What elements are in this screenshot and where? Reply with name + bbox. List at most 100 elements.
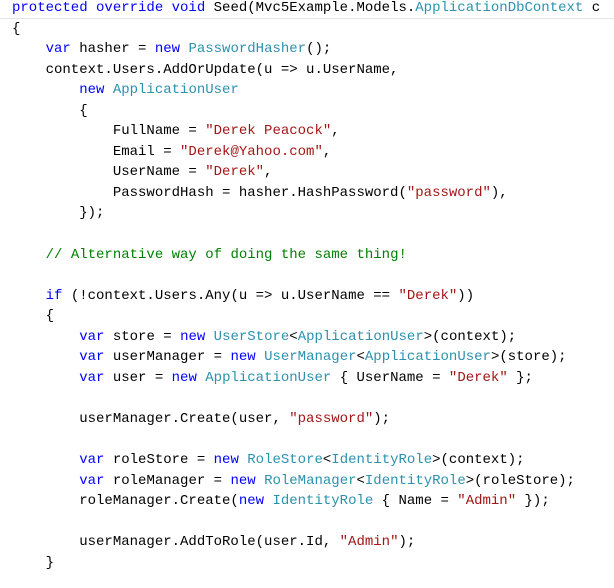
string-token: "Admin" bbox=[339, 534, 399, 551]
string-token: "password" bbox=[289, 410, 374, 427]
code-line[interactable] bbox=[0, 512, 614, 533]
code-line[interactable]: var userManager = new UserManager<Applic… bbox=[0, 347, 614, 368]
code-line[interactable] bbox=[0, 224, 614, 245]
code-line[interactable] bbox=[0, 388, 614, 409]
string-token: "Derek Peacock" bbox=[205, 123, 332, 140]
keyword-token: var bbox=[79, 452, 105, 469]
code-token: ), bbox=[490, 184, 508, 201]
code-line[interactable]: Email = "Derek@Yahoo.com", bbox=[0, 142, 614, 163]
code-token: store = bbox=[104, 328, 181, 345]
code-line[interactable]: var roleManager = new RoleManager<Identi… bbox=[0, 471, 614, 492]
code-token: }); bbox=[12, 205, 105, 222]
code-token: userManager = bbox=[104, 349, 231, 366]
type-token: ApplicationDbContext bbox=[415, 0, 584, 16]
code-token: FullName = bbox=[12, 123, 206, 140]
code-line[interactable]: { bbox=[0, 306, 614, 327]
code-token: userManager.Create(user, bbox=[12, 410, 290, 427]
code-line[interactable]: var hasher = new PasswordHasher(); bbox=[0, 39, 614, 60]
type-token: UserStore bbox=[213, 328, 290, 345]
code-token: , bbox=[264, 164, 273, 181]
type-token: IdentityRole bbox=[331, 452, 433, 469]
type-token: RoleStore bbox=[247, 452, 323, 469]
code-line[interactable]: // Alternative way of doing the same thi… bbox=[0, 245, 614, 266]
code-token: (!context.Users.Any(u => u.UserName == bbox=[62, 287, 399, 304]
code-line[interactable]: } bbox=[0, 553, 614, 574]
code-token: roleManager = bbox=[104, 472, 231, 489]
keyword-token: new bbox=[171, 369, 206, 386]
keyword-token: if bbox=[45, 287, 63, 304]
keyword-token: new bbox=[230, 472, 265, 489]
code-line-current[interactable]: protected override void Seed(Mvc5Example… bbox=[0, 0, 614, 19]
code-token: userManager.AddToRole(user.Id, bbox=[12, 534, 340, 551]
code-line[interactable]: roleManager.Create(new IdentityRole { Na… bbox=[0, 491, 614, 512]
keyword-token: new bbox=[230, 349, 265, 366]
code-token: }; bbox=[507, 369, 533, 386]
code-line[interactable]: { bbox=[0, 19, 614, 40]
code-line[interactable] bbox=[0, 429, 614, 450]
code-token: >(context); bbox=[432, 452, 525, 469]
code-line[interactable]: { bbox=[0, 101, 614, 122]
type-token: PasswordHasher bbox=[188, 41, 307, 58]
code-line[interactable]: PasswordHash = hasher.HashPassword("pass… bbox=[0, 183, 614, 204]
string-token: "Derek@Yahoo.com" bbox=[180, 143, 323, 160]
code-token: , bbox=[322, 143, 332, 160]
code-token: < bbox=[356, 349, 365, 366]
type-token: ApplicationUser bbox=[112, 82, 239, 99]
code-token: >(store); bbox=[490, 349, 567, 366]
type-token: IdentityRole bbox=[364, 472, 466, 489]
code-token: { Name = bbox=[373, 493, 458, 510]
keyword-token: var bbox=[79, 369, 105, 386]
code-line[interactable]: context.Users.AddOrUpdate(u => u.UserNam… bbox=[0, 60, 614, 81]
string-token: "Derek" bbox=[448, 369, 508, 386]
code-line[interactable]: UserName = "Derek", bbox=[0, 162, 614, 183]
code-line[interactable]: var user = new ApplicationUser { UserNam… bbox=[0, 368, 614, 389]
keyword-token: new bbox=[238, 493, 273, 510]
code-line[interactable]: }); bbox=[0, 203, 614, 224]
type-token: UserManager bbox=[264, 349, 357, 366]
code-line[interactable]: FullName = "Derek Peacock", bbox=[0, 121, 614, 142]
code-token: user = bbox=[104, 369, 172, 386]
keyword-token: var bbox=[79, 328, 105, 345]
code-token: ); bbox=[398, 534, 416, 551]
code-token: (); bbox=[306, 41, 332, 58]
code-token: < bbox=[356, 472, 365, 489]
code-token: context.Users.AddOrUpdate(u => u.UserNam… bbox=[12, 61, 399, 78]
type-token: ApplicationUser bbox=[364, 349, 491, 366]
string-token: "Derek" bbox=[398, 287, 458, 304]
code-token: < bbox=[289, 328, 298, 345]
keyword-token: protected override void bbox=[12, 0, 214, 16]
keyword-token: new bbox=[180, 328, 214, 345]
code-line[interactable]: new ApplicationUser bbox=[0, 80, 614, 101]
keyword-token: var bbox=[79, 472, 105, 489]
code-token: { bbox=[12, 102, 88, 119]
code-token: >(roleStore); bbox=[465, 472, 575, 489]
code-token: } bbox=[12, 554, 55, 571]
code-token: c bbox=[583, 0, 601, 16]
code-editor[interactable]: protected override void Seed(Mvc5Example… bbox=[0, 0, 614, 573]
code-token: { bbox=[12, 20, 21, 37]
code-token: , bbox=[331, 123, 340, 140]
code-token: >(context); bbox=[423, 328, 517, 345]
code-token: Seed(Mvc5Example.Models. bbox=[213, 0, 416, 16]
code-line[interactable]: userManager.Create(user, "password"); bbox=[0, 409, 614, 430]
code-line[interactable]: if (!context.Users.Any(u => u.UserName =… bbox=[0, 286, 614, 307]
type-token: RoleManager bbox=[264, 472, 357, 489]
code-line[interactable]: var store = new UserStore<ApplicationUse… bbox=[0, 327, 614, 348]
string-token: "Derek" bbox=[205, 164, 265, 181]
keyword-token: new bbox=[213, 452, 248, 469]
keyword-token: new bbox=[79, 82, 113, 99]
code-line[interactable] bbox=[0, 265, 614, 286]
type-token: ApplicationUser bbox=[205, 369, 332, 386]
code-token: roleStore = bbox=[104, 452, 214, 469]
code-token: )) bbox=[457, 287, 475, 304]
code-line[interactable]: var roleStore = new RoleStore<IdentityRo… bbox=[0, 450, 614, 471]
code-line[interactable]: userManager.AddToRole(user.Id, "Admin"); bbox=[0, 532, 614, 553]
code-token: PasswordHash = hasher.HashPassword( bbox=[12, 184, 407, 201]
string-token: "Admin" bbox=[457, 493, 517, 510]
code-token: UserName = bbox=[12, 164, 206, 181]
